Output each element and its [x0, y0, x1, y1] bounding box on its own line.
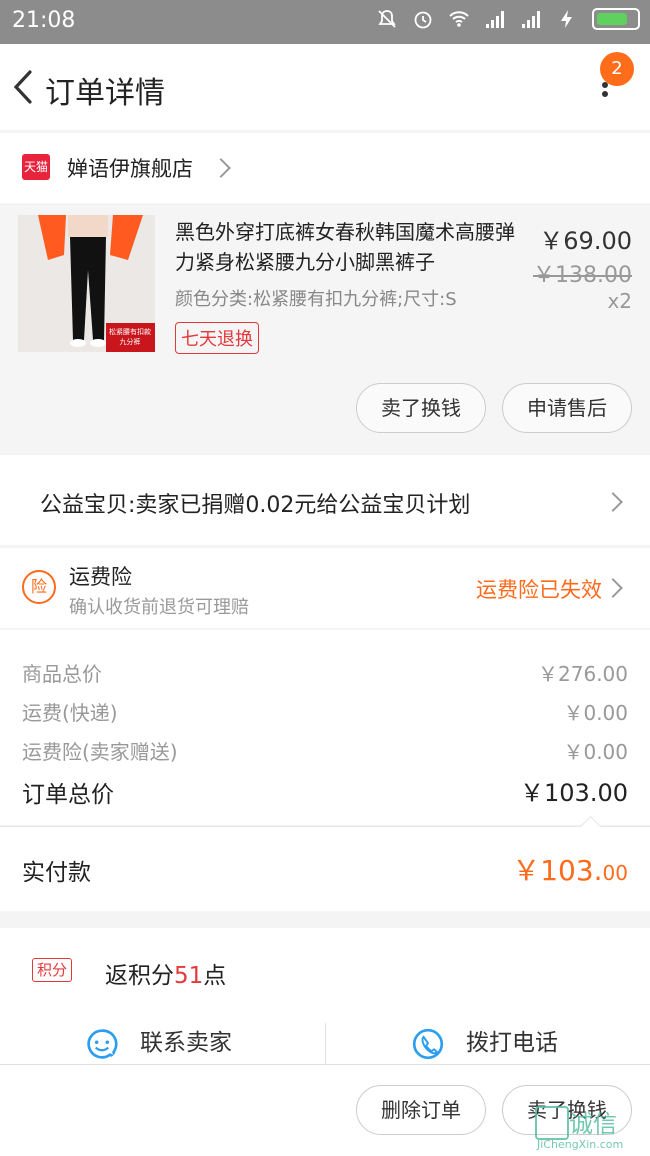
- sell-button[interactable]: 卖了换钱: [356, 383, 486, 433]
- amount-paid-label: 实付款: [22, 860, 91, 886]
- points-prefix: 返积分: [105, 963, 174, 989]
- watermark-logo-icon: [535, 1106, 569, 1140]
- phone-icon[interactable]: [412, 1028, 444, 1060]
- call-phone-button[interactable]: 拨打电话: [466, 1023, 558, 1057]
- order-total-label: 订单总价: [22, 782, 114, 808]
- watermark: 诚信 JiChengXin.com: [535, 1100, 645, 1151]
- shipping-label: 运费(快递): [22, 701, 118, 725]
- insurance-status[interactable]: 运费险已失效: [476, 574, 602, 604]
- points-tag: 积分: [32, 958, 73, 982]
- battery-icon: [592, 8, 640, 30]
- insurance-title: 运费险: [69, 565, 132, 589]
- points-suffix: 点: [203, 963, 227, 989]
- chevron-right-icon: [211, 158, 231, 178]
- contact-seller-button[interactable]: 联系卖家: [140, 1023, 232, 1057]
- mute-icon: [378, 10, 396, 28]
- product-quantity: x2: [607, 289, 632, 313]
- amount-paid-value: ￥103.00: [512, 849, 628, 889]
- product-price: ￥69.00: [539, 227, 632, 255]
- order-total-value: ￥103.00: [520, 779, 628, 807]
- price-summary: 商品总价 ￥276.00 运费(快递) ￥0.00 运费险(卖家赠送) ￥0.0…: [0, 630, 650, 825]
- product-original-price: ￥138.00: [533, 263, 632, 288]
- app-header: 订单详情: [0, 44, 650, 130]
- status-bar: 21:08: [0, 0, 650, 44]
- status-time: 21:08: [12, 8, 76, 33]
- tmall-logo-icon: 天猫: [22, 154, 50, 180]
- signal-2-icon: [522, 11, 540, 28]
- delete-order-button[interactable]: 删除订单: [356, 1085, 486, 1135]
- insurance-fee-label: 运费险(卖家赠送): [22, 740, 178, 764]
- product-sku: 颜色分类:松紧腰有扣九分裤;尺寸:S: [175, 289, 457, 310]
- amount-paid-main: ￥103.: [512, 854, 603, 887]
- shipping-insurance-row[interactable]: 险 运费险 确认收货前退货可理赔 运费险已失效: [0, 548, 650, 628]
- thumb-caption: 松紧腰有扣款九分裤: [109, 328, 151, 346]
- product-thumbnail[interactable]: 松紧腰有扣款九分裤: [18, 215, 155, 352]
- points-number: 51: [174, 963, 204, 989]
- charity-row[interactable]: 公益宝贝:卖家已捐赠0.02元给公益宝贝计划: [0, 455, 650, 545]
- status-icons: [376, 8, 640, 30]
- watermark-url: JiChengXin.com: [537, 1138, 624, 1151]
- insurance-fee-value: ￥0.00: [563, 740, 628, 764]
- chevron-right-icon: [603, 578, 623, 598]
- insurance-icon: 险: [22, 570, 56, 604]
- shop-name[interactable]: 婵语伊旗舰店: [67, 153, 193, 183]
- charity-text: 公益宝贝:卖家已捐赠0.02元给公益宝贝计划: [40, 493, 471, 518]
- goods-total-label: 商品总价: [22, 662, 102, 686]
- wifi-icon: [449, 11, 469, 27]
- return-policy-tag: 七天退换: [175, 322, 259, 354]
- shipping-value: ￥0.00: [563, 701, 628, 725]
- product-title[interactable]: 黑色外穿打底裤女春秋韩国魔术高腰弹力紧身松紧腰九分小脚黑裤子: [175, 217, 525, 277]
- insurance-subtitle: 确认收货前退货可理赔: [69, 597, 249, 618]
- points-text: 返积分51点: [105, 956, 226, 990]
- goods-total-value: ￥276.00: [538, 662, 628, 686]
- order-item[interactable]: 松紧腰有扣款九分裤 黑色外穿打底裤女春秋韩国魔术高腰弹力紧身松紧腰九分小脚黑裤子…: [0, 205, 650, 453]
- divider: [325, 1023, 326, 1068]
- watermark-text: 诚信: [569, 1110, 617, 1138]
- amount-paid-row: 实付款 ￥103.00: [0, 815, 650, 911]
- points-section: 积分 返积分51点 联系卖家 拨打电话: [0, 928, 650, 1068]
- shop-row[interactable]: 天猫 婵语伊旗舰店: [0, 133, 650, 203]
- chevron-right-icon: [603, 492, 623, 512]
- alarm-icon: [414, 11, 432, 29]
- chat-icon[interactable]: [86, 1028, 118, 1060]
- charging-icon: [561, 10, 572, 28]
- after-sale-button[interactable]: 申请售后: [502, 383, 632, 433]
- signal-icon: [486, 11, 504, 28]
- notification-badge: 2: [600, 52, 634, 86]
- amount-paid-decimal: 00: [602, 861, 628, 885]
- page-title: 订单详情: [45, 76, 165, 111]
- back-arrow-icon[interactable]: [10, 68, 38, 106]
